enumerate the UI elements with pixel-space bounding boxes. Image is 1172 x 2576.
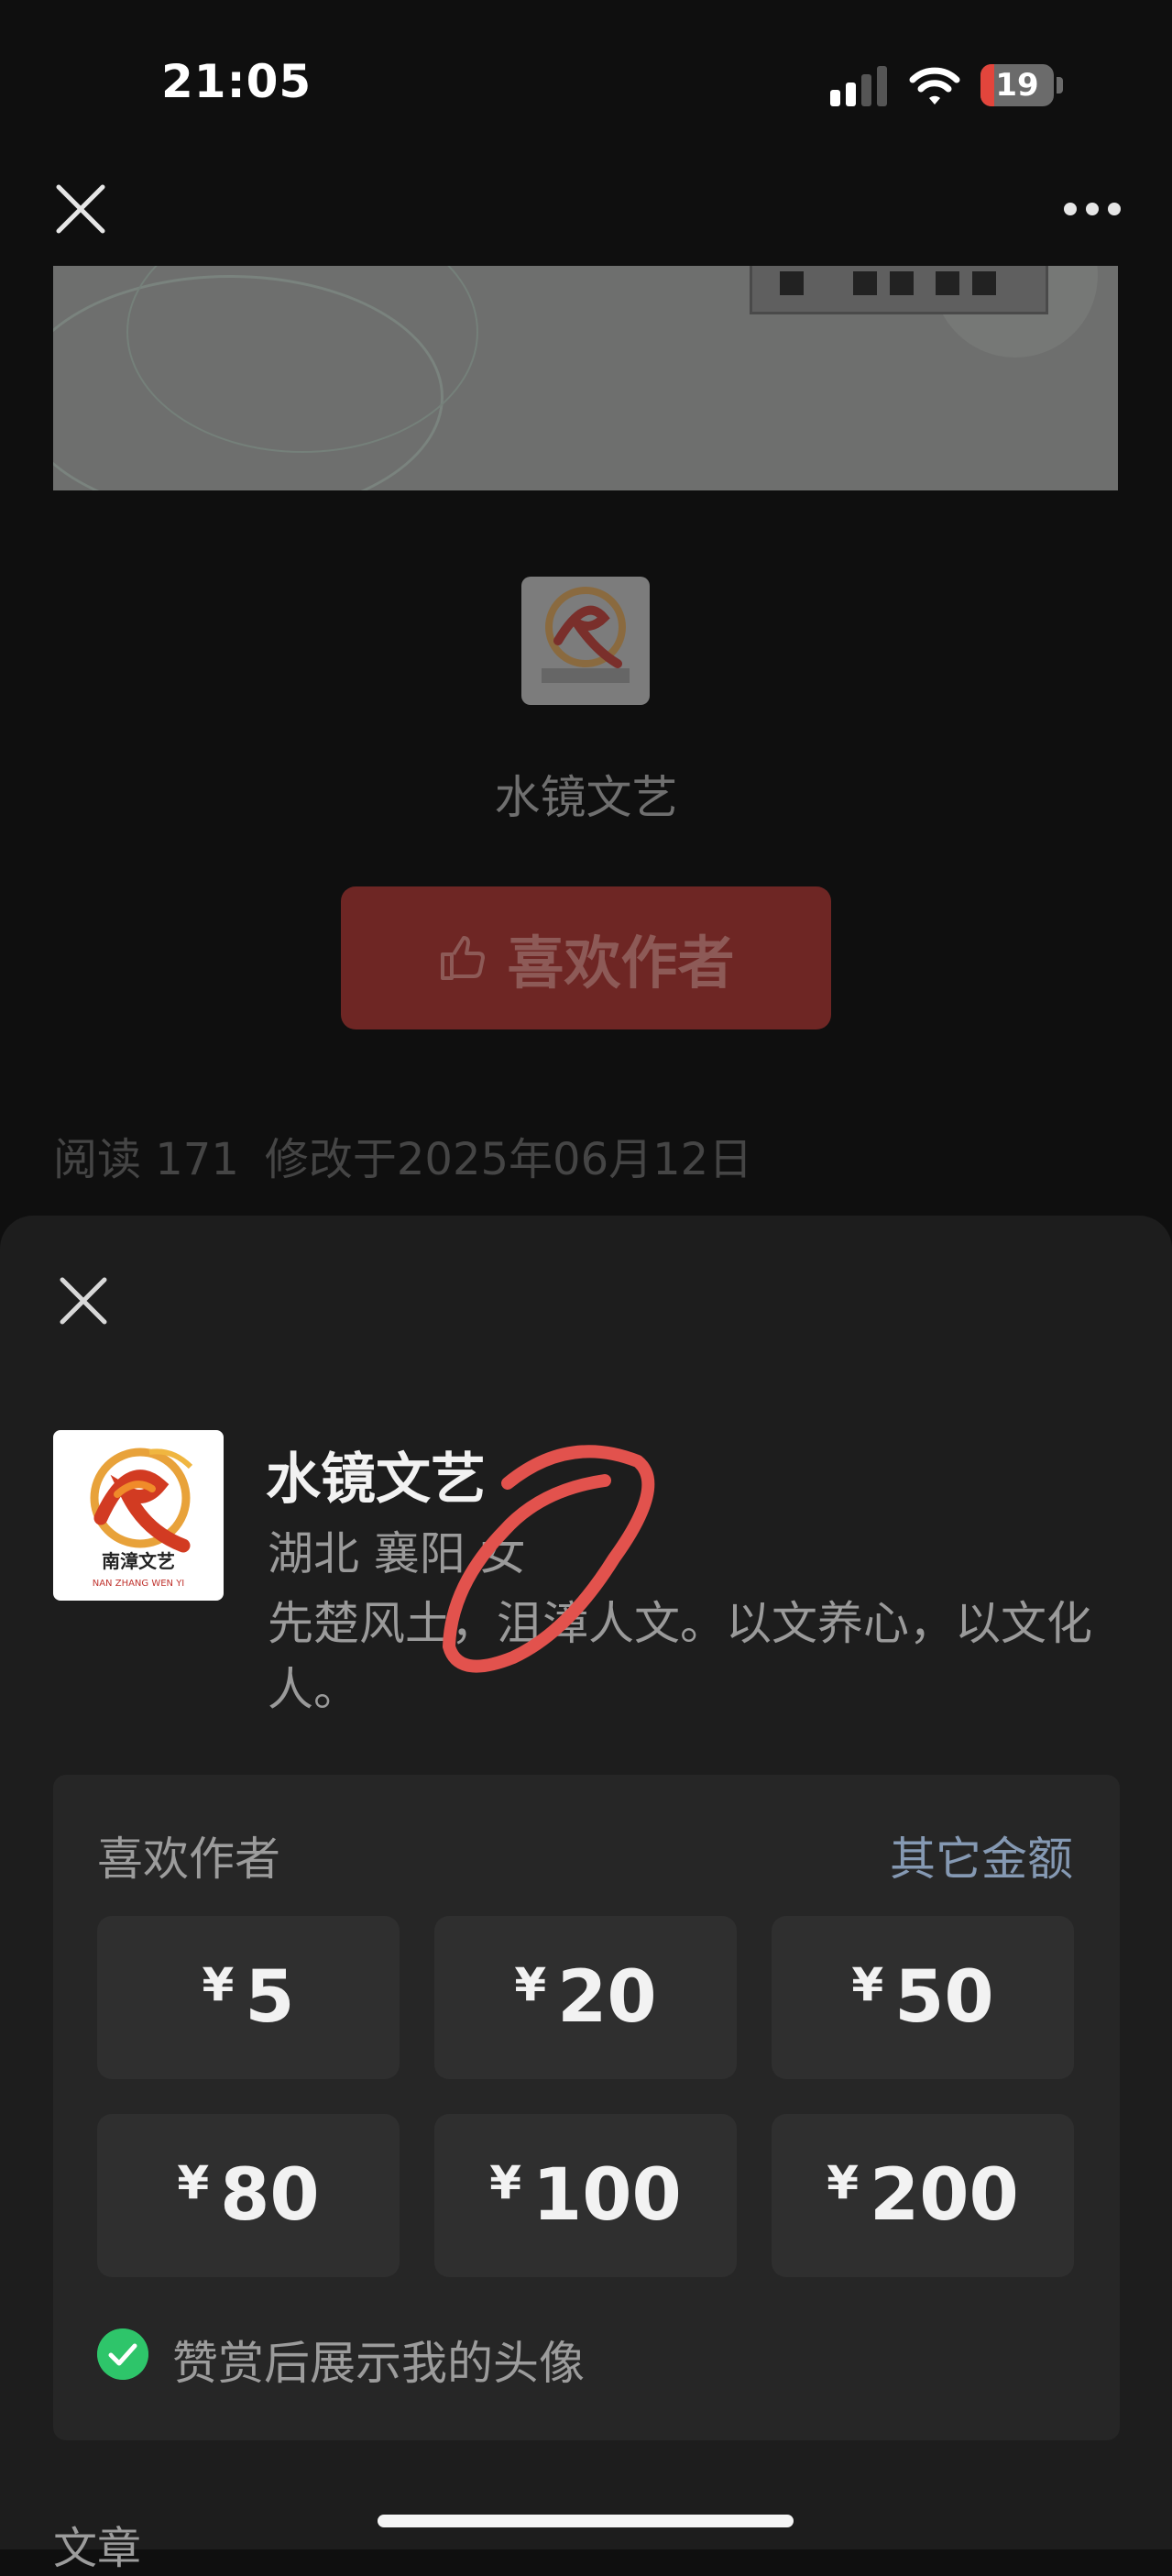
author-avatar: 南漳文艺 NAN ZHANG WEN YI [53, 1430, 224, 1601]
logo-subtext: NAN ZHANG WEN YI [93, 1579, 185, 1589]
sheet-close-icon[interactable] [57, 1274, 110, 1327]
amount-option[interactable]: ¥50 [772, 1916, 1074, 2079]
author-bio: 先楚风土，沮漳人文。以文养心，以文化人。 [268, 1597, 1092, 1716]
cellular-signal-icon [830, 66, 887, 106]
panel-title: 喜欢作者 [97, 1833, 280, 1886]
article-banner-image [53, 266, 1118, 490]
hand-drawn-annotation [443, 1445, 655, 1673]
amount-option[interactable]: ¥20 [434, 1916, 737, 2079]
section-label: 文章 [53, 2523, 142, 2574]
status-time: 21:05 [161, 55, 312, 108]
checkmark-icon[interactable] [97, 2328, 148, 2380]
battery-level: 19 [995, 67, 1039, 104]
amount-option[interactable]: ¥80 [97, 2114, 400, 2277]
close-icon[interactable] [53, 182, 108, 237]
like-author-button[interactable]: 喜欢作者 [341, 886, 831, 1029]
battery-indicator: 19 [980, 64, 1063, 106]
amount-option[interactable]: ¥200 [772, 2114, 1074, 2277]
amount-option[interactable]: ¥100 [434, 2114, 737, 2277]
like-author-label: 喜欢作者 [507, 930, 735, 996]
article-meta: 阅读 171 修改于2025年06月12日 [53, 1123, 778, 1187]
account-name[interactable]: 水镜文艺 [0, 761, 1172, 827]
thumbs-up-icon [441, 936, 486, 980]
home-indicator[interactable] [378, 2515, 794, 2527]
read-count: 阅读 171 [53, 1134, 239, 1185]
amount-option[interactable]: ¥5 [97, 1916, 400, 2079]
wifi-icon [909, 67, 960, 105]
other-amount-link[interactable]: 其它金额 [890, 1822, 1073, 1888]
show-avatar-label[interactable]: 赞赏后展示我的头像 [172, 2327, 585, 2393]
account-logo[interactable] [521, 577, 650, 705]
logo-text: 南漳文艺 [102, 1550, 175, 1572]
modified-date: 修改于2025年06月12日 [264, 1134, 753, 1185]
more-options-icon[interactable] [1063, 200, 1122, 218]
